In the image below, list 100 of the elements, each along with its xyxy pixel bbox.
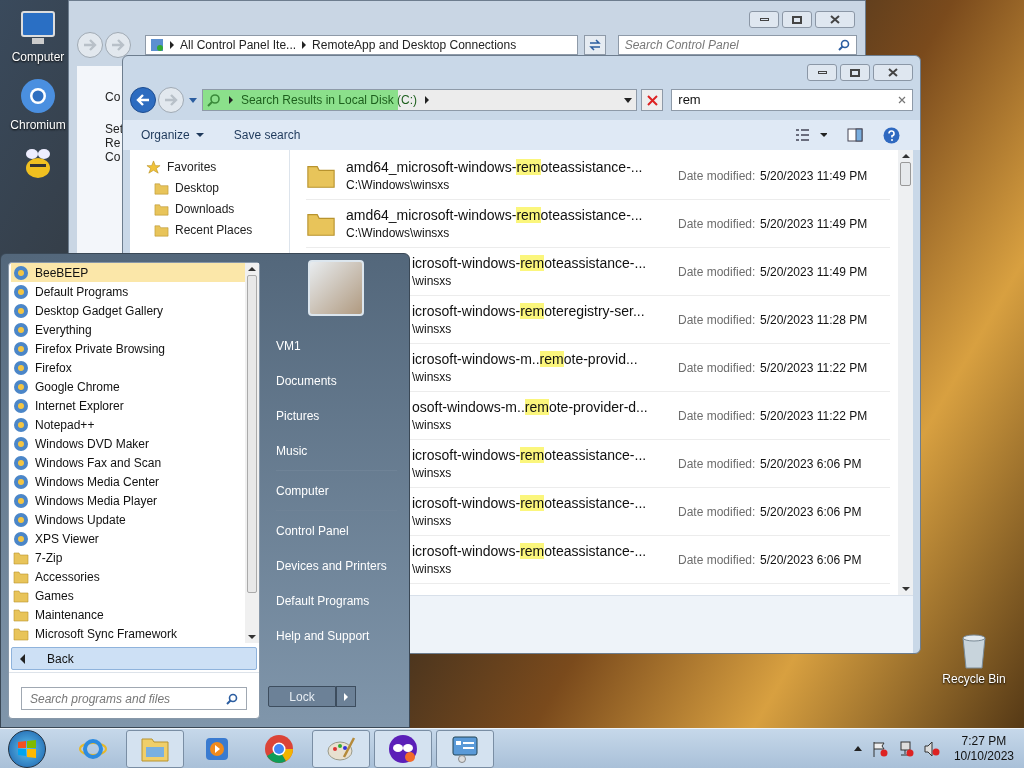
stop-search-button[interactable] — [641, 89, 664, 111]
program-item[interactable]: XPS Viewer — [11, 529, 245, 548]
app-icon — [13, 511, 29, 528]
minimize-button[interactable] — [749, 11, 779, 28]
desktop-icon-label[interactable]: Recycle Bin — [942, 670, 1006, 688]
date-label: Date modified: — [678, 215, 757, 233]
program-item[interactable]: Microsoft Sync Framework — [11, 624, 245, 643]
program-item[interactable]: Maintenance — [11, 605, 245, 624]
taskbar-button[interactable] — [436, 729, 494, 768]
folder-icon — [154, 180, 169, 196]
breadcrumb-item[interactable]: All Control Panel Ite... — [180, 36, 297, 54]
cut-off-text[interactable]: Co — [105, 90, 121, 104]
help-icon[interactable] — [883, 126, 900, 144]
volume-muted-icon[interactable] — [923, 740, 940, 757]
power-options-button[interactable] — [336, 686, 356, 707]
date-label: Date modified: — [678, 503, 757, 521]
desktop-icon-label[interactable]: Chromium — [10, 116, 66, 134]
program-item[interactable]: Desktop Gadget Gallery — [11, 301, 245, 320]
refresh-icon — [588, 39, 601, 51]
address-bar[interactable]: All Control Panel Ite... RemoteApp and Desktop Connections — [145, 35, 578, 55]
search-field[interactable]: rem — [671, 89, 913, 111]
minimize-button[interactable] — [807, 64, 837, 81]
scroll-thumb[interactable] — [900, 162, 911, 186]
taskbar-button[interactable] — [374, 729, 432, 768]
close-button[interactable] — [873, 64, 913, 81]
app-icon — [13, 264, 29, 281]
app-icon — [13, 321, 29, 338]
chromium-icon — [18, 76, 58, 116]
flag-icon[interactable] — [871, 740, 888, 757]
toolbar-button[interactable]: Organize — [141, 126, 204, 144]
program-item[interactable]: Internet Explorer — [11, 396, 245, 415]
program-item[interactable]: Windows Media Center — [11, 472, 245, 491]
nav-pane-item[interactable]: Recent Places — [175, 221, 253, 239]
program-item[interactable]: Firefox Private Browsing — [11, 339, 245, 358]
program-item[interactable]: Windows Update — [11, 510, 245, 529]
refresh-button[interactable] — [583, 35, 606, 55]
toolbar-button[interactable]: Save search — [233, 126, 301, 144]
clock[interactable]: 7:27 PM 10/10/2023 — [953, 733, 1014, 764]
date-label: Date modified: — [678, 551, 757, 569]
scroll-thumb[interactable] — [247, 275, 257, 593]
program-item[interactable]: Windows DVD Maker — [11, 434, 245, 453]
program-item[interactable]: Default Programs — [11, 282, 245, 301]
close-button[interactable] — [815, 11, 855, 28]
caret-icon — [195, 133, 204, 137]
program-item[interactable]: Firefox — [11, 358, 245, 377]
scrollbar[interactable] — [898, 150, 913, 595]
address-bar[interactable]: Search Results in Local Disk (C:) — [201, 89, 638, 111]
start-button[interactable] — [8, 729, 46, 768]
program-item[interactable]: Everything — [11, 320, 245, 339]
file-name: icrosoft-windows-remoteassistance-... — [412, 445, 647, 464]
date-value: 5/20/2023 11:28 PM — [760, 311, 868, 329]
maximize-button[interactable] — [782, 11, 812, 28]
scroll-down-icon[interactable] — [901, 587, 910, 591]
app-icon — [13, 302, 29, 319]
breadcrumb-item[interactable]: RemoteApp and Desktop Connections — [312, 36, 517, 54]
breadcrumb-arrow-icon — [302, 41, 307, 49]
folder-icon — [13, 568, 29, 585]
program-item[interactable]: Games — [11, 586, 245, 605]
file-name: icrosoft-windows-remoteregistry-ser... — [412, 301, 645, 320]
search-field[interactable]: Search Control Panel — [617, 35, 857, 55]
program-item[interactable]: Windows Media Player — [11, 491, 245, 510]
cut-off-text[interactable]: Co — [105, 150, 121, 164]
back-button[interactable] — [130, 87, 156, 113]
scroll-up-icon[interactable] — [901, 154, 910, 158]
start-menu-link[interactable]: Computer — [276, 473, 397, 508]
lock-button[interactable]: Lock — [268, 686, 336, 707]
program-item[interactable]: Accessories — [11, 567, 245, 586]
dropdown-arrow-icon[interactable] — [624, 97, 633, 103]
cut-off-text[interactable]: Re — [105, 136, 121, 150]
right-arrow-icon — [83, 39, 97, 51]
start-menu-link[interactable]: Default Programs — [276, 583, 397, 618]
search-field[interactable]: Search programs and files — [21, 687, 247, 710]
result-row[interactable]: amd64_microsoft-windows-remoteassistance-... C:\Windows\winsxs Date modified: 5/20/2023 11:49 PM — [306, 200, 890, 248]
view-options-icon[interactable] — [795, 128, 827, 142]
scroll-down-icon[interactable] — [248, 635, 256, 639]
program-item[interactable]: Notepad++ — [11, 415, 245, 434]
program-item[interactable]: Windows Fax and Scan — [11, 453, 245, 472]
breadcrumb-arrow-icon — [228, 96, 233, 104]
show-hidden-icons-icon[interactable] — [853, 746, 862, 751]
network-icon[interactable] — [897, 740, 914, 757]
cut-off-text[interactable]: Set — [105, 122, 123, 136]
nav-pane-item[interactable]: Desktop — [175, 179, 220, 197]
breadcrumb-item[interactable]: Search Results in Local Disk (C:) — [240, 91, 417, 109]
back-button[interactable]: Back — [11, 647, 257, 670]
preview-pane-icon[interactable] — [847, 128, 863, 142]
result-row[interactable]: amd64_microsoft-windows-remoteassistance-... C:\Windows\winsxs Date modified: 5/20/2023 11:49 PM — [306, 152, 890, 200]
clear-icon[interactable] — [898, 96, 906, 104]
maximize-button[interactable] — [840, 64, 870, 81]
scrollbar[interactable] — [245, 263, 259, 643]
desktop-icon-label[interactable]: Computer — [11, 48, 65, 66]
program-item[interactable]: BeeBEEP — [11, 263, 245, 282]
scroll-up-icon[interactable] — [248, 267, 256, 271]
mask-icon — [388, 733, 418, 764]
nav-pane-item[interactable]: Downloads — [175, 200, 235, 218]
program-item[interactable]: Google Chrome — [11, 377, 245, 396]
program-item[interactable]: 7-Zip — [11, 548, 245, 567]
app-icon — [13, 454, 29, 471]
nav-pane-heading[interactable]: Favorites — [167, 158, 217, 176]
star-icon — [146, 159, 161, 175]
file-path: \winsxs — [412, 464, 452, 482]
